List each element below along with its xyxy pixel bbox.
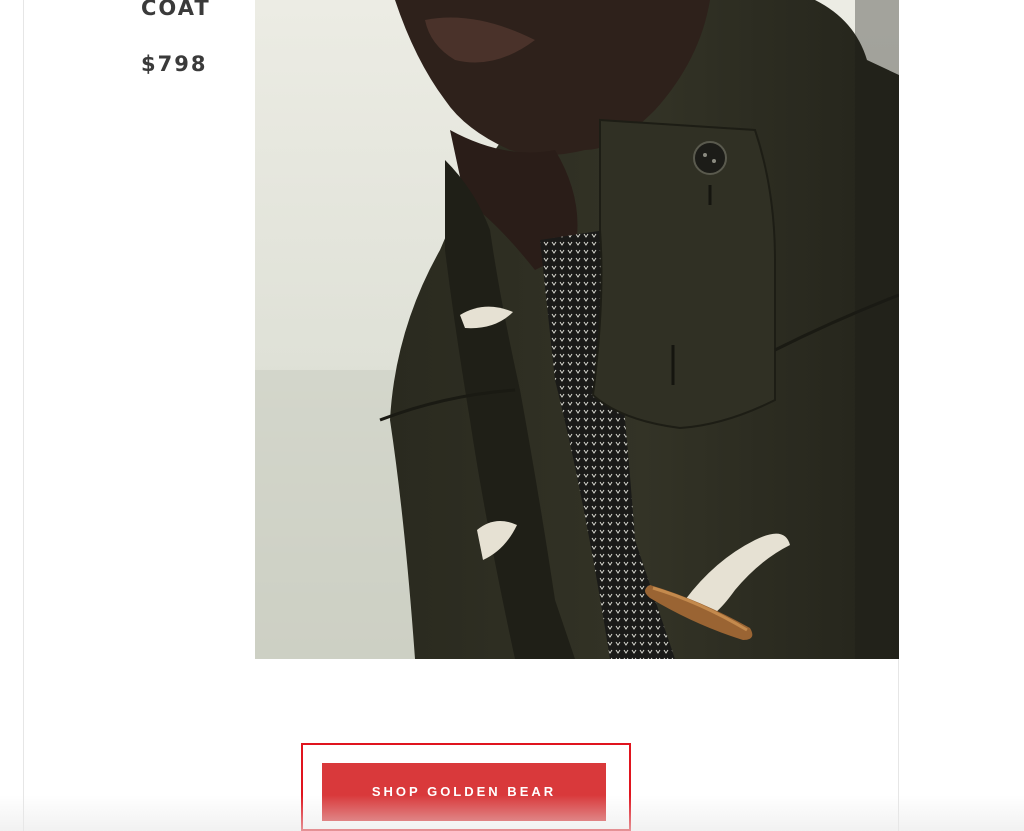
shop-golden-bear-button[interactable]: SHOP GOLDEN BEAR bbox=[322, 763, 606, 821]
coat-photo-image bbox=[255, 0, 899, 659]
page: COAT $798 SHOP GOLDEN BEAR bbox=[0, 0, 1024, 831]
product-price: $798 bbox=[141, 52, 208, 76]
product-name: COAT bbox=[141, 0, 211, 20]
product-photo[interactable] bbox=[255, 0, 899, 659]
